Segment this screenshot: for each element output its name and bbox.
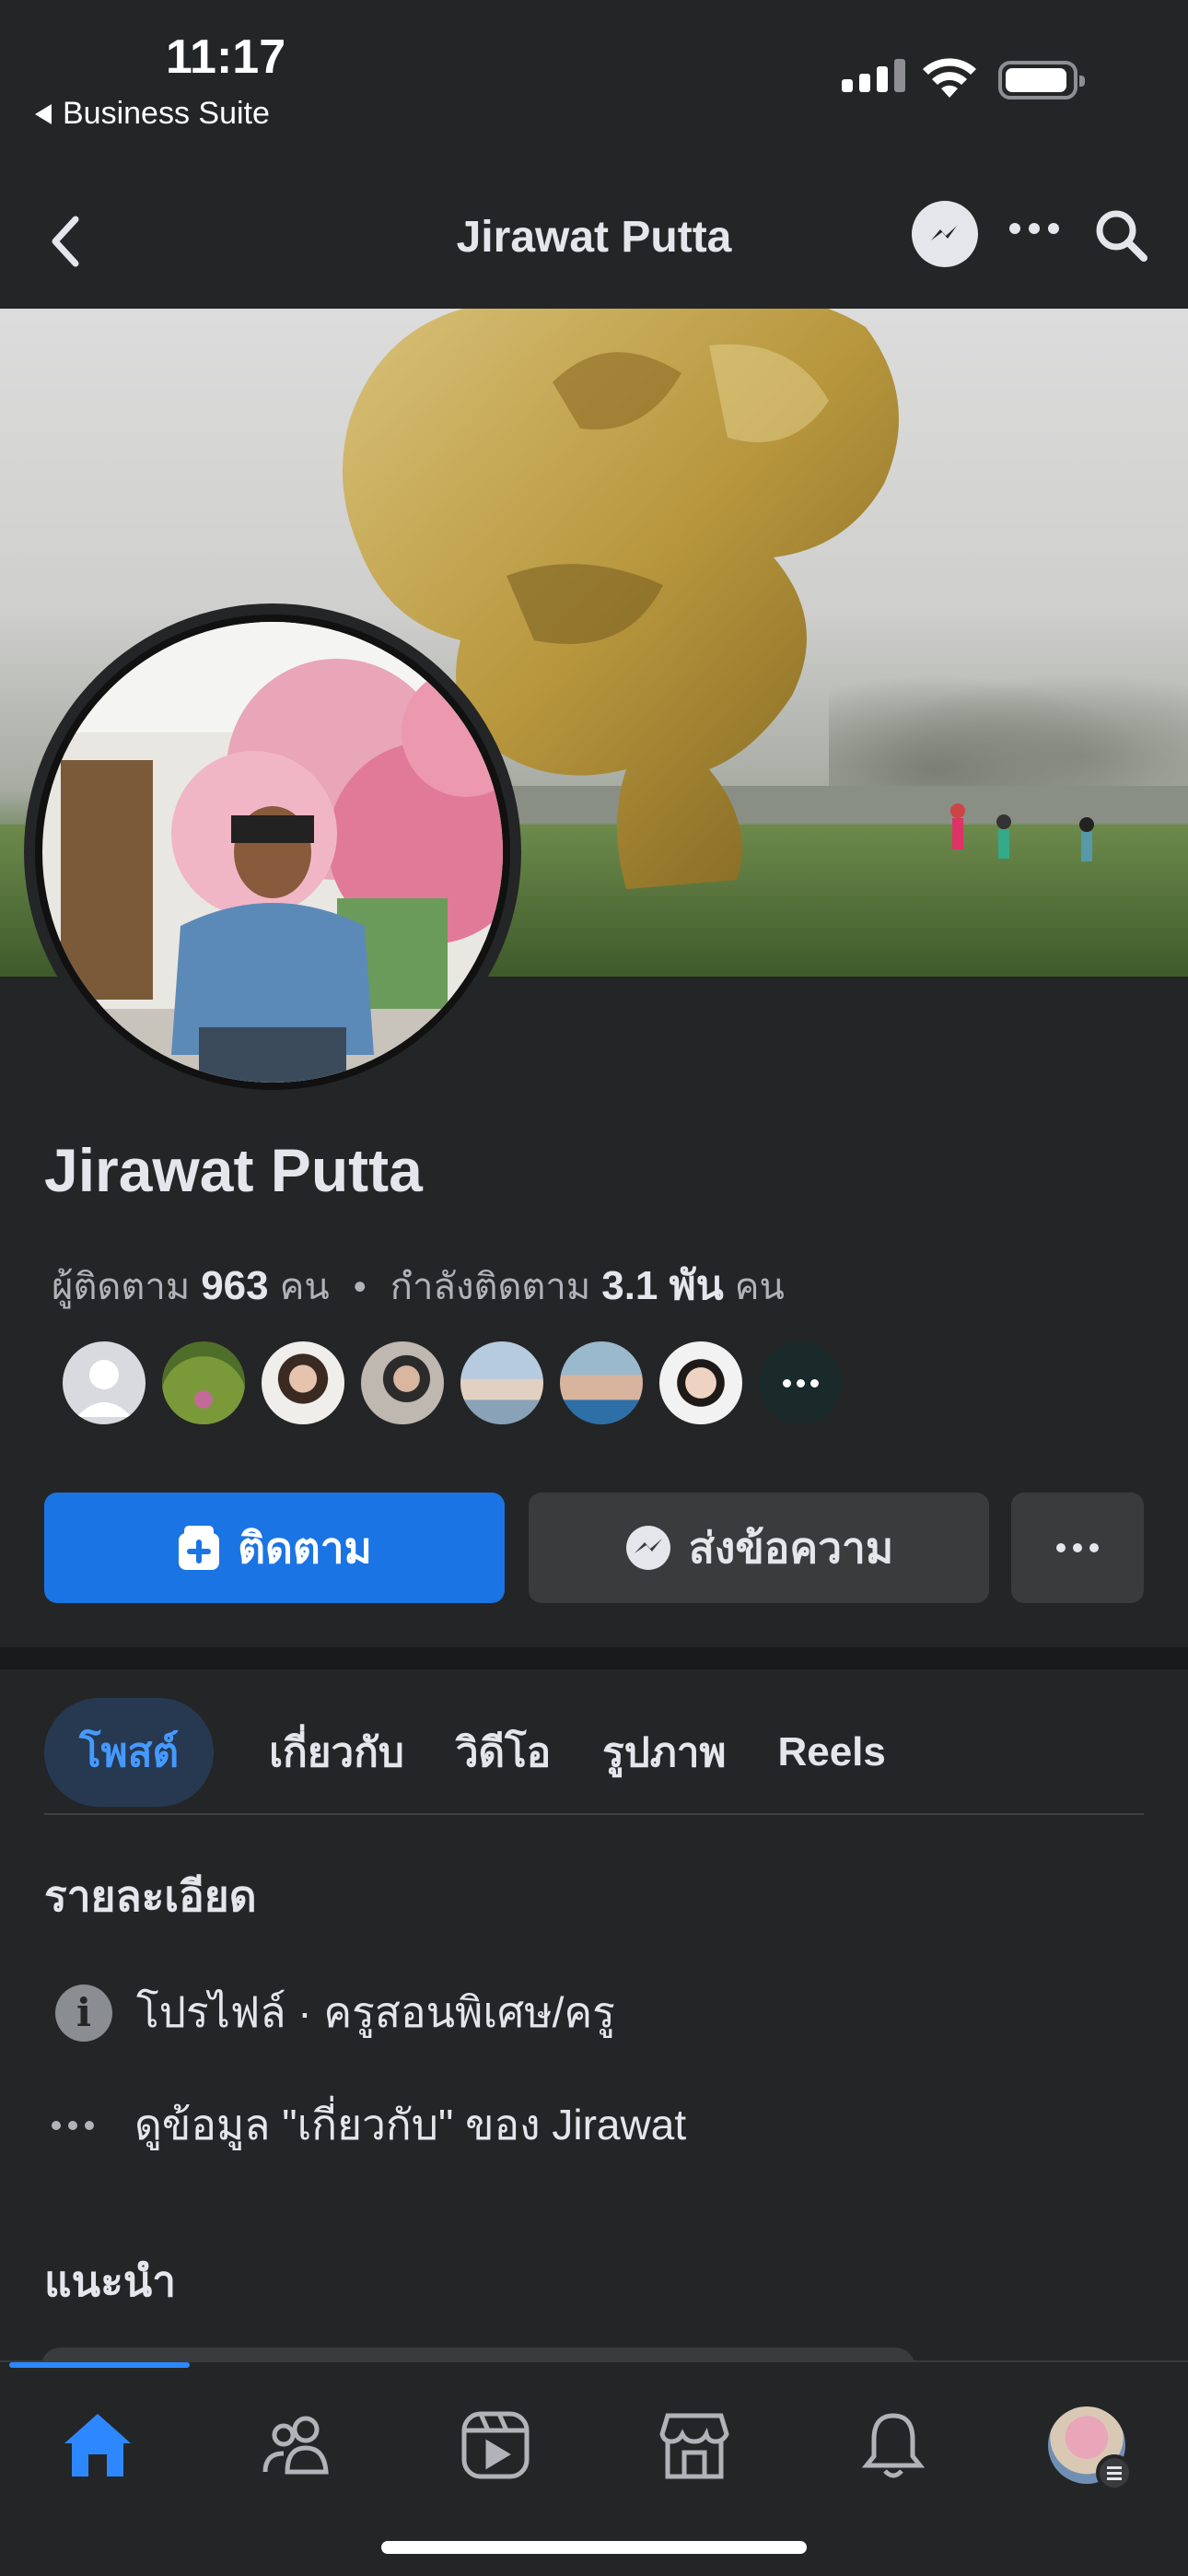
following-count: 3.1 พัน — [601, 1263, 724, 1308]
more-dots-icon — [1056, 1543, 1099, 1552]
notifications-icon[interactable] — [847, 2399, 939, 2491]
followers-count: 963 — [201, 1263, 269, 1308]
follower-avatars[interactable] — [59, 1338, 855, 1428]
clock: 11:17 — [166, 30, 286, 84]
friends-icon[interactable] — [250, 2399, 343, 2491]
more-dots-icon — [52, 2120, 94, 2130]
tab-videos[interactable]: วิดีโอ — [456, 1702, 551, 1803]
search-icon[interactable] — [1092, 206, 1149, 263]
message-button[interactable]: ส่งข้อความ — [529, 1493, 989, 1603]
see-about-row[interactable]: ดูข้อมูล "เกี่ยวกับ" ของ Jirawat — [44, 2091, 686, 2159]
marketplace-icon[interactable] — [648, 2399, 740, 2491]
wifi-icon — [923, 58, 976, 98]
status-bar: 11:17 Business Suite — [0, 0, 1188, 175]
tab-reels[interactable]: Reels — [777, 1711, 885, 1794]
section-divider — [0, 1647, 1188, 1669]
profile-photo-image — [42, 622, 503, 1083]
follow-plus-icon — [179, 1526, 220, 1570]
follower-avatar[interactable] — [158, 1338, 249, 1428]
avatar — [1048, 2406, 1133, 2491]
message-button-label: ส่งข้อความ — [688, 1523, 894, 1572]
info-icon: i — [55, 1984, 112, 2042]
active-tab-indicator — [9, 2362, 190, 2368]
tab-photos[interactable]: รูปภาพ — [602, 1702, 726, 1803]
more-dots-icon[interactable] — [1009, 223, 1059, 234]
profile-category-row[interactable]: i โปรไฟล์ · ครูสอนพิเศษ/ครู — [44, 1979, 615, 2046]
home-icon[interactable] — [52, 2399, 144, 2491]
recommend-title: แนะนำ — [44, 2257, 177, 2305]
messenger-icon[interactable] — [912, 201, 978, 267]
follow-button-label: ติดตาม — [238, 1523, 372, 1572]
stats-separator: • — [353, 1267, 367, 1307]
top-nav: Jirawat Putta — [0, 175, 1188, 309]
follower-avatar[interactable] — [656, 1338, 746, 1428]
profile-menu-icon[interactable] — [1041, 2399, 1133, 2491]
follow-stats[interactable]: ผู้ติดตาม 963 คน • กำลังติดตาม 3.1 พัน ค… — [52, 1253, 785, 1317]
back-to-app-link[interactable]: Business Suite — [35, 96, 270, 132]
tab-about[interactable]: เกี่ยวกับ — [269, 1702, 404, 1803]
battery-icon — [998, 61, 1085, 100]
cellular-signal-icon — [842, 59, 905, 92]
follower-avatar[interactable] — [258, 1338, 348, 1428]
follower-avatar[interactable] — [457, 1338, 547, 1428]
profile-tabs: โพสต์ เกี่ยวกับ วิดีโอ รูปภาพ Reels — [44, 1692, 1144, 1815]
follow-button[interactable]: ติดตาม — [44, 1493, 505, 1603]
follower-avatar[interactable] — [556, 1338, 646, 1428]
tab-posts[interactable]: โพสต์ — [44, 1698, 215, 1807]
page-title: Jirawat Putta — [456, 213, 732, 262]
profile-category-text: โปรไฟล์ · ครูสอนพิเศษ/ครู — [136, 1988, 615, 2036]
more-actions-button[interactable] — [1011, 1493, 1144, 1603]
profile-avatar[interactable] — [24, 603, 521, 1101]
messenger-icon — [625, 1526, 670, 1570]
profile-name: Jirawat Putta — [44, 1136, 423, 1204]
follower-avatar-placeholder[interactable] — [59, 1338, 149, 1428]
video-icon[interactable] — [449, 2399, 542, 2491]
back-triangle-icon — [35, 103, 52, 124]
home-indicator[interactable] — [381, 2541, 807, 2554]
follower-avatar[interactable] — [357, 1338, 448, 1428]
see-about-text: ดูข้อมูล "เกี่ยวกับ" ของ Jirawat — [134, 2101, 687, 2149]
details-title: รายละเอียด — [44, 1872, 257, 1920]
following-unit: คน — [734, 1267, 785, 1307]
following-label: กำลังติดตาม — [390, 1267, 591, 1307]
followers-label: ผู้ติดตาม — [52, 1267, 191, 1307]
follower-avatar-more[interactable] — [755, 1338, 845, 1428]
back-app-label: Business Suite — [63, 96, 270, 131]
followers-unit: คน — [279, 1267, 330, 1307]
menu-icon — [1096, 2454, 1133, 2491]
